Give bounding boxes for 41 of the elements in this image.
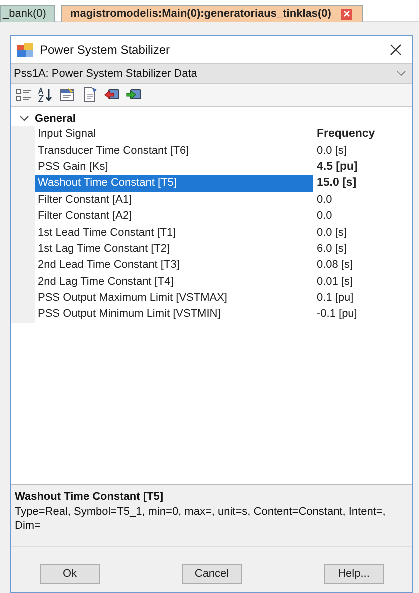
dialog-button[interactable]: Help... xyxy=(324,564,384,584)
window-title: Power System Stabilizer xyxy=(40,42,172,56)
property-value[interactable]: 0.0 [s] xyxy=(313,144,412,157)
property-name[interactable]: PSS Gain [Ks] xyxy=(35,158,313,176)
description-text: Type=Real, Symbol=T5_1, min=0, max=, unit=s, Content=Constant, Intent=, Dim= xyxy=(15,505,387,533)
properties-icon[interactable] xyxy=(60,87,76,103)
document-tab[interactable]: magistromodelis:Main(0):generatoriaus_tinklas(0) xyxy=(61,5,364,22)
property-value[interactable]: 0.0 xyxy=(313,210,412,222)
document-tab[interactable]: _bank(0) xyxy=(0,5,56,22)
chevron-down-icon xyxy=(397,70,406,76)
dialog-button[interactable]: Ok xyxy=(40,564,100,584)
property-name[interactable]: 1st Lag Time Constant [T2] xyxy=(35,240,313,258)
property-value[interactable]: 0.0 xyxy=(313,194,412,206)
property-value[interactable]: -0.1 [pu] xyxy=(313,308,412,320)
property-value[interactable]: 0.01 [s] xyxy=(313,276,412,288)
property-name[interactable]: PSS Output Maximum Limit [VSTMAX] xyxy=(35,290,313,306)
property-value[interactable]: Frequency xyxy=(313,128,412,140)
description-title: Washout Time Constant [T5] xyxy=(15,491,164,503)
property-value[interactable]: 15.0 [s] xyxy=(313,177,412,190)
property-value[interactable]: 6.0 [s] xyxy=(313,242,412,255)
property-value[interactable]: 0.1 [pu] xyxy=(313,292,412,304)
close-icon[interactable] xyxy=(390,44,402,56)
property-name[interactable]: Washout Time Constant [T5] xyxy=(35,175,313,192)
page-icon[interactable] xyxy=(82,87,98,103)
property-name[interactable]: 2nd Lag Time Constant [T4] xyxy=(35,274,313,290)
property-name[interactable]: Input Signal xyxy=(35,126,313,142)
property-value[interactable]: 4.5 [pu] xyxy=(313,160,412,173)
property-name[interactable]: Filter Constant [A2] xyxy=(35,208,313,224)
object-dropdown[interactable]: Pss1A: Power System Stabilizer Data xyxy=(11,63,412,84)
dialog-button[interactable]: Cancel xyxy=(182,564,242,584)
property-value[interactable]: 0.0 [s] xyxy=(313,226,412,239)
category-label: General xyxy=(35,112,76,124)
property-name[interactable]: Transducer Time Constant [T6] xyxy=(35,142,313,159)
property-name[interactable]: PSS Output Minimum Limit [VSTMIN] xyxy=(35,306,313,323)
window-icon xyxy=(17,42,33,56)
property-name[interactable]: 1st Lead Time Constant [T1] xyxy=(35,224,313,241)
property-value[interactable]: 0.08 [s] xyxy=(313,259,412,272)
sort-icon[interactable] xyxy=(38,87,54,103)
property-name[interactable]: 2nd Lead Time Constant [T3] xyxy=(35,257,313,274)
property-name[interactable]: Filter Constant [A1] xyxy=(35,192,313,208)
categorized-view-icon[interactable] xyxy=(16,87,32,103)
